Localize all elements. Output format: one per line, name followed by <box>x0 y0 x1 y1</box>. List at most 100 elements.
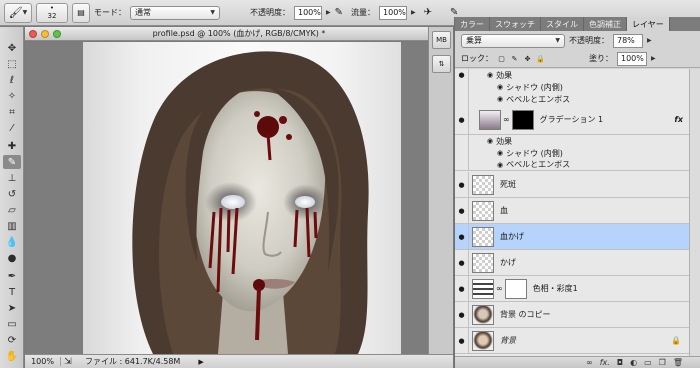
fx-icon[interactable]: fx <box>674 115 683 124</box>
effect-eye-icon[interactable]: ◉ <box>497 161 503 169</box>
healing-brush-tool-icon[interactable]: ✚ <box>3 139 21 153</box>
crop-tool-icon[interactable]: ⌗ <box>3 105 21 119</box>
effect-item[interactable]: ◉ ベベルとエンボス <box>455 93 689 105</box>
move-tool-icon[interactable]: ✥ <box>3 41 21 55</box>
layer-row[interactable]: ● ∞ グラデーション 1 fx <box>455 105 689 135</box>
eye-icon[interactable]: ● <box>455 224 469 249</box>
pressure-opacity-icon[interactable]: ✎ <box>335 7 343 18</box>
layer-row[interactable]: ● 死斑 <box>455 172 689 198</box>
eye-icon[interactable]: ● <box>455 250 469 275</box>
folder-icon[interactable]: ▭ <box>644 358 652 367</box>
adjustment-layer-icon[interactable]: ◐ <box>630 358 637 367</box>
marquee-tool-icon[interactable]: ⬚ <box>3 57 21 71</box>
brush-tool-icon[interactable]: ✎ <box>3 155 21 169</box>
eye-icon[interactable] <box>455 93 469 105</box>
history-brush-tool-icon[interactable]: ↺ <box>3 187 21 201</box>
shape-tool-icon[interactable]: ▭ <box>3 317 21 331</box>
layer-name[interactable]: 背景 のコピー <box>500 309 551 320</box>
flow-slider-toggle[interactable]: ▶ <box>411 9 416 16</box>
path-select-tool-icon[interactable]: ➤ <box>3 301 21 315</box>
layer-row[interactable]: ● 血 <box>455 198 689 224</box>
eye-icon[interactable]: ● <box>455 328 469 353</box>
layer-row-selected[interactable]: ● 血かげ <box>455 224 689 250</box>
gradient-tool-icon[interactable]: ▥ <box>3 219 21 233</box>
pen-tool-icon[interactable]: ✒ <box>3 269 21 283</box>
link-icon[interactable]: ∞ <box>503 115 510 124</box>
blend-mode-select[interactable]: 乗算 ▼ <box>461 33 565 48</box>
layer-name[interactable]: グラデーション 1 <box>540 114 603 125</box>
lock-transparency-icon[interactable]: ▢ <box>497 54 506 63</box>
layer-row[interactable]: ● ∞ 色相・彩度1 <box>455 276 689 302</box>
layer-list-scrollbar[interactable] <box>689 69 700 356</box>
effect-item[interactable]: ◉ ベベルとエンボス <box>455 158 689 171</box>
layer-effects-group[interactable]: ◉ 効果 <box>455 135 689 147</box>
eye-icon[interactable] <box>455 135 469 147</box>
lock-position-icon[interactable]: ✥ <box>523 54 532 63</box>
eye-icon[interactable]: ● <box>455 302 469 327</box>
clone-stamp-tool-icon[interactable]: ⊥ <box>3 171 21 185</box>
blur-tool-icon[interactable]: 💧 <box>3 235 21 249</box>
3d-rotate-tool-icon[interactable]: ⟳ <box>3 333 21 347</box>
canvas-area[interactable] <box>25 42 453 354</box>
eraser-tool-icon[interactable]: ▱ <box>3 203 21 217</box>
brush-preset-picker[interactable]: • 32 <box>36 2 68 23</box>
lock-pixels-icon[interactable]: ✎ <box>510 54 519 63</box>
layer-opacity-slider-toggle[interactable]: ▶ <box>647 37 652 44</box>
lasso-tool-icon[interactable]: ℓ <box>3 73 21 87</box>
effect-item[interactable]: ◉ シャドウ (内側) <box>455 147 689 159</box>
eye-icon[interactable]: ● <box>455 105 469 134</box>
zoom-level[interactable]: 100% <box>25 357 61 366</box>
eye-icon[interactable]: ● <box>455 172 469 197</box>
layer-name[interactable]: 背景 <box>500 335 516 346</box>
layer-opacity-input[interactable]: 78% <box>613 33 643 48</box>
link-layers-icon[interactable]: ∞ <box>586 358 593 367</box>
trash-icon[interactable]: 🗑 <box>673 358 683 367</box>
tab-swatches[interactable]: スウォッチ <box>490 17 541 31</box>
eye-icon[interactable]: ● <box>455 276 469 301</box>
lock-all-icon[interactable]: 🔒 <box>536 54 545 63</box>
history-panel-button[interactable]: ⇅ <box>432 55 451 73</box>
status-menu-arrow[interactable]: ▶ <box>198 358 203 366</box>
mask-thumbnail[interactable] <box>504 278 527 299</box>
type-tool-icon[interactable]: T <box>3 285 21 299</box>
tab-color[interactable]: カラー <box>455 17 490 31</box>
effect-eye-icon[interactable]: ◉ <box>497 83 503 91</box>
tab-styles[interactable]: スタイル <box>541 17 584 31</box>
mini-bridge-button[interactable]: MB <box>432 31 451 49</box>
link-icon[interactable]: ∞ <box>496 284 503 293</box>
effects-eye-icon[interactable]: ◉ <box>487 71 493 79</box>
flow-input[interactable]: 100% <box>379 5 408 20</box>
export-icon[interactable]: ⇲ <box>61 357 75 367</box>
new-layer-icon[interactable]: ❐ <box>659 358 666 367</box>
dodge-tool-icon[interactable]: ● <box>3 251 21 265</box>
hand-tool-icon[interactable]: ✋ <box>3 349 21 363</box>
eye-icon[interactable]: ● <box>455 198 469 223</box>
tool-preset-picker[interactable]: 🖌 ▼ <box>4 2 32 23</box>
airbrush-icon[interactable]: ✈ <box>424 7 432 18</box>
eye-icon[interactable] <box>455 147 469 159</box>
layer-name[interactable]: 血 <box>500 205 508 216</box>
mode-select[interactable]: 通常 ▼ <box>130 5 220 20</box>
eye-icon[interactable] <box>455 81 469 93</box>
mask-icon[interactable]: ◘ <box>617 358 623 367</box>
opacity-slider-toggle[interactable]: ▶ <box>326 9 331 16</box>
canvas-image[interactable] <box>83 42 401 354</box>
mask-thumbnail[interactable] <box>511 109 534 130</box>
fx-icon[interactable]: fx. <box>600 358 610 367</box>
effect-item[interactable]: ◉ シャドウ (内側) <box>455 81 689 93</box>
effect-eye-icon[interactable]: ◉ <box>497 95 503 103</box>
eyedropper-tool-icon[interactable]: ⁄ <box>3 121 21 135</box>
layer-row[interactable]: ● かげ <box>455 250 689 276</box>
layer-row[interactable]: ● 背景 🔒 <box>455 328 689 354</box>
layer-name[interactable]: かげ <box>500 257 516 268</box>
brush-panel-toggle[interactable]: ▤ <box>72 2 90 23</box>
layer-row[interactable]: ● 背景 のコピー <box>455 302 689 328</box>
fill-input[interactable]: 100% <box>617 51 647 66</box>
fill-slider-toggle[interactable]: ▶ <box>651 55 656 62</box>
layer-name[interactable]: 血かげ <box>500 231 524 242</box>
tab-layers[interactable]: レイヤー <box>627 17 670 31</box>
opacity-input[interactable]: 100% <box>294 5 322 20</box>
eye-icon[interactable]: ● <box>455 69 469 81</box>
effect-eye-icon[interactable]: ◉ <box>497 149 503 157</box>
effects-eye-icon[interactable]: ◉ <box>487 137 493 145</box>
